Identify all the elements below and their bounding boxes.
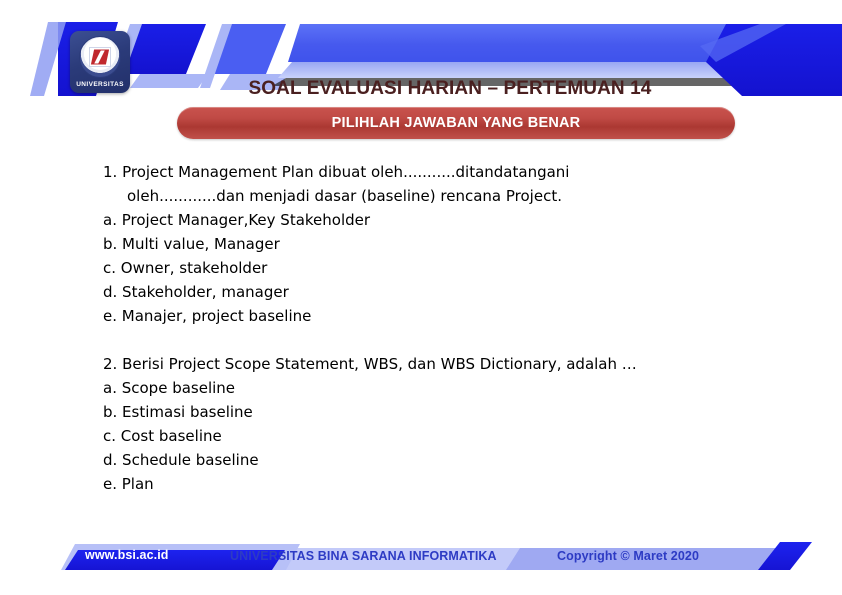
instruction-banner-label: PILIHLAH JAWABAN YANG BENAR <box>331 115 581 131</box>
option-d[interactable]: d. Schedule baseline <box>103 448 783 472</box>
instruction-banner: PILIHLAH JAWABAN YANG BENAR <box>177 107 735 139</box>
question-spacer <box>103 328 783 352</box>
option-b[interactable]: b. Multi value, Manager <box>103 232 783 256</box>
page-title: SOAL EVALUASI HARIAN – PERTEMUAN 14 <box>248 78 652 99</box>
option-e[interactable]: e. Plan <box>103 472 783 496</box>
question-item: 1. Project Management Plan dibuat oleh..… <box>103 160 783 328</box>
question-stem-line: oleh............dan menjadi dasar (basel… <box>127 187 562 205</box>
question-stem-line: 2. Berisi Project Scope Statement, WBS, … <box>103 355 637 373</box>
question-stem-line: 1. Project Management Plan dibuat oleh..… <box>103 163 570 181</box>
question-item: 2. Berisi Project Scope Statement, WBS, … <box>103 352 783 496</box>
option-b[interactable]: b. Estimasi baseline <box>103 400 783 424</box>
footer-copyright: Copyright © Maret 2020 <box>557 549 700 563</box>
footer-website-link[interactable]: www.bsi.ac.id <box>85 548 169 562</box>
option-a[interactable]: a. Scope baseline <box>103 376 783 400</box>
option-c[interactable]: c. Cost baseline <box>103 424 783 448</box>
option-a[interactable]: a. Project Manager,Key Stakeholder <box>103 208 783 232</box>
logo-wordmark: UNIVERSITAS <box>76 81 124 88</box>
option-d[interactable]: d. Stakeholder, manager <box>103 280 783 304</box>
option-c[interactable]: c. Owner, stakeholder <box>103 256 783 280</box>
questions-container: 1. Project Management Plan dibuat oleh..… <box>103 160 783 496</box>
logo-seal-icon <box>79 36 121 78</box>
bsi-university-logo: UNIVERSITAS <box>70 31 130 93</box>
logo-seal-mark-icon <box>90 49 110 65</box>
option-e[interactable]: e. Manajer, project baseline <box>103 304 783 328</box>
slide-canvas: UNIVERSITAS SOAL EVALUASI HARIAN – PERTE… <box>0 0 842 595</box>
footer-organization-name: UNIVERSITAS BINA SARANA INFORMATIKA <box>230 549 497 563</box>
logo-seal-inner-icon <box>89 47 111 67</box>
